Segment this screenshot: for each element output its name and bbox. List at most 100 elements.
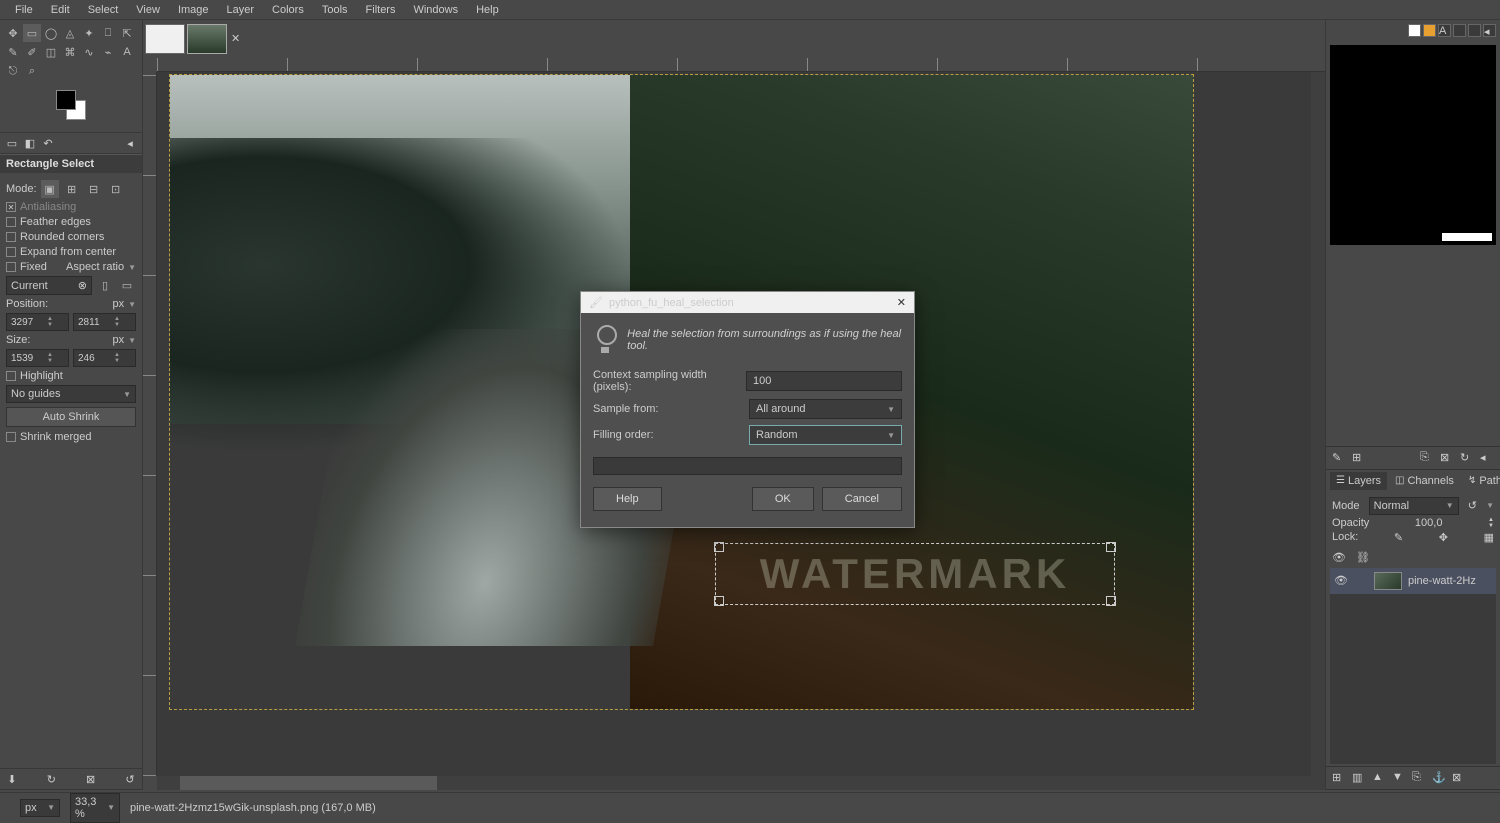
brushes-tab-icon[interactable] [1408,24,1421,37]
layers-tab[interactable]: ☰Layers [1330,472,1387,490]
rect-select-tool-icon[interactable]: ▭ [23,24,41,42]
shrink-merged-checkbox[interactable] [6,432,16,442]
mode-reset-icon[interactable]: ↺ [1468,499,1477,512]
menu-view[interactable]: View [127,1,169,19]
free-select-tool-icon[interactable]: ◬ [61,24,79,42]
patterns-tab-icon[interactable] [1423,24,1436,37]
layer-group-icon[interactable]: ▥ [1352,771,1366,785]
tab-menu-icon[interactable]: ◂ [122,135,138,151]
mode-intersect-icon[interactable]: ⊡ [107,180,125,198]
scrollbar-vertical[interactable] [1311,72,1325,776]
paths-tab[interactable]: ↯Paths [1462,472,1500,490]
eye-icon[interactable]: 👁 [1334,574,1348,588]
document-tab-icon[interactable] [1468,24,1481,37]
sampling-width-input[interactable] [746,371,902,391]
close-icon[interactable]: ✕ [897,296,906,309]
zoom-select[interactable]: 33,3 %▼ [70,793,120,823]
lock-position-icon[interactable]: ✥ [1439,531,1448,544]
mode-subtract-icon[interactable]: ⊟ [85,180,103,198]
auto-shrink-button[interactable]: Auto Shrink [6,407,136,427]
new-layer-icon[interactable]: ⊞ [1332,771,1346,785]
feather-checkbox[interactable] [6,217,16,227]
aspect-value-field[interactable]: Current⊗ [6,276,92,295]
transform-tool-icon[interactable]: ⇱ [118,24,136,42]
image-tab-2[interactable] [187,24,227,54]
selection-marquee[interactable] [715,543,1115,605]
position-x-input[interactable]: ▲▼ [6,313,69,331]
help-button[interactable]: Help [593,487,662,511]
menu-file[interactable]: File [6,1,42,19]
save-options-icon[interactable]: ⬇ [4,771,20,787]
ruler-horizontal[interactable] [157,58,1325,72]
clone-tool-icon[interactable]: ⌘ [61,43,79,61]
ruler-vertical[interactable] [143,72,157,776]
chevron-down-icon[interactable]: ▼ [128,300,136,309]
rounded-checkbox[interactable] [6,232,16,242]
new-icon[interactable]: ⊞ [1352,451,1366,465]
layer-name[interactable]: pine-watt-2Hz [1408,575,1476,587]
delete-icon[interactable]: ⊠ [1440,451,1454,465]
duplicate-icon[interactable]: ⎘ [1420,451,1434,465]
zoom-tool-icon[interactable]: ⌕ [23,62,41,80]
lock-alpha-icon[interactable]: ▦ [1484,531,1494,544]
path-tool-icon[interactable]: ⌁ [99,43,117,61]
refresh-icon[interactable]: ↻ [1460,451,1474,465]
guides-select[interactable]: No guides▼ [6,385,136,403]
scrollbar-horizontal[interactable] [157,776,1325,790]
undo-history-tab-icon[interactable]: ↶ [40,135,56,151]
color-swatch[interactable] [56,90,142,126]
text-tool-icon[interactable]: A [118,43,136,61]
blend-mode-select[interactable]: Normal▼ [1369,497,1459,515]
menu-tools[interactable]: Tools [313,1,357,19]
restore-options-icon[interactable]: ↻ [43,771,59,787]
chevron-down-icon[interactable]: ▼ [128,263,136,272]
menu-icon[interactable]: ◂ [1480,451,1494,465]
size-h-input[interactable]: ▲▼ [73,349,136,367]
device-status-tab-icon[interactable]: ◧ [22,135,38,151]
color-picker-tool-icon[interactable]: ⎋ [4,62,22,80]
crop-tool-icon[interactable]: ⎕ [99,24,117,42]
raise-layer-icon[interactable]: ▲ [1372,771,1386,785]
channels-tab[interactable]: ◫Channels [1389,472,1460,490]
edit-icon[interactable]: ✎ [1332,451,1346,465]
lower-layer-icon[interactable]: ▼ [1392,771,1406,785]
mode-add-icon[interactable]: ⊞ [63,180,81,198]
aspect-portrait-icon[interactable]: ▯ [96,277,114,295]
image-tab-1[interactable] [145,24,185,54]
aspect-landscape-icon[interactable]: ▭ [118,277,136,295]
layer-thumbnail[interactable] [1374,572,1402,590]
fixed-checkbox[interactable] [6,262,16,272]
close-tab-icon[interactable]: ✕ [231,32,245,46]
tool-options-tab-icon[interactable]: ▭ [4,135,20,151]
expand-checkbox[interactable] [6,247,16,257]
highlight-checkbox[interactable] [6,371,16,381]
chevron-down-icon[interactable]: ▼ [1486,501,1494,510]
fonts-tab-icon[interactable]: A [1438,24,1451,37]
lock-pixels-icon[interactable]: ✎ [1394,531,1403,544]
ellipse-select-tool-icon[interactable]: ◯ [42,24,60,42]
fg-color[interactable] [56,90,76,110]
duplicate-layer-icon[interactable]: ⎘ [1412,771,1426,785]
mode-replace-icon[interactable]: ▣ [41,180,59,198]
opacity-value[interactable]: 100,0 [1415,517,1443,529]
menu-image[interactable]: Image [169,1,218,19]
anchor-layer-icon[interactable]: ⚓ [1432,771,1446,785]
move-tool-icon[interactable]: ✥ [4,24,22,42]
paintbrush-tool-icon[interactable]: ✎ [4,43,22,61]
dialog-titlebar[interactable]: 🖌python_fu_heal_selection ✕ [581,292,914,313]
fuzzy-select-tool-icon[interactable]: ✦ [80,24,98,42]
navigation-preview[interactable] [1330,45,1496,245]
smudge-tool-icon[interactable]: ∿ [80,43,98,61]
tab-menu-icon[interactable]: ◂ [1483,24,1496,37]
sample-from-select[interactable]: All around▼ [749,399,902,419]
layer-item[interactable]: 👁 pine-watt-2Hz [1330,568,1496,594]
filling-order-select[interactable]: Random▼ [749,425,902,445]
menu-windows[interactable]: Windows [404,1,467,19]
cancel-button[interactable]: Cancel [822,487,902,511]
menu-help[interactable]: Help [467,1,508,19]
eraser-tool-icon[interactable]: ◫ [42,43,60,61]
size-w-input[interactable]: ▲▼ [6,349,69,367]
ok-button[interactable]: OK [752,487,814,511]
pencil-tool-icon[interactable]: ✐ [23,43,41,61]
position-y-input[interactable]: ▲▼ [73,313,136,331]
